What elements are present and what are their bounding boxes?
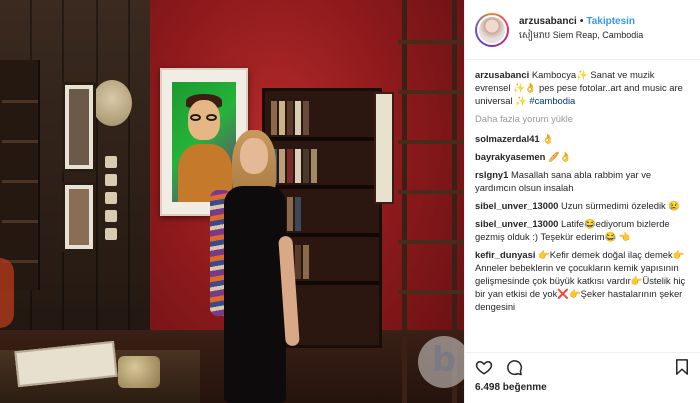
comment-text: 👌 bbox=[542, 133, 554, 144]
comments-list: arzusabanci Kambocya✨ Sanat ve muzik evr… bbox=[465, 62, 700, 350]
separator-dot: • bbox=[579, 16, 584, 27]
following-label[interactable]: Takiptesin bbox=[586, 16, 635, 27]
post-header: arzusabanci • Takiptesin សៀមរាប Siem Reap,… bbox=[465, 0, 700, 60]
wall-switches bbox=[105, 150, 133, 240]
poster bbox=[374, 92, 394, 204]
post-photo[interactable]: b bbox=[0, 0, 464, 403]
straw-hat bbox=[92, 80, 132, 126]
location-link[interactable]: សៀមរាប Siem Reap, Cambodia bbox=[519, 30, 643, 43]
comment: rslgny1 Masallah sana abla rabbim yar ve… bbox=[475, 168, 691, 194]
comment: bayrakyasemen 🥖👌 bbox=[475, 150, 691, 163]
comment: kefir_dunyasi 👉Kefir demek doğal ilaç de… bbox=[475, 248, 691, 313]
lamp bbox=[0, 258, 14, 328]
likes-count[interactable]: 6.498 beğenme bbox=[475, 382, 547, 393]
woman-figure bbox=[196, 128, 312, 403]
post-sidebar: arzusabanci • Takiptesin សៀមរាប Siem Reap,… bbox=[464, 0, 700, 403]
caption: arzusabanci Kambocya✨ Sanat ve muzik evr… bbox=[475, 68, 691, 107]
comment-username[interactable]: solmazerdal41 bbox=[475, 133, 540, 144]
caption-username[interactable]: arzusabanci bbox=[475, 69, 529, 80]
comment-text: Uzun sürmedimi özeledik 😢 bbox=[561, 200, 681, 211]
comment-username[interactable]: kefir_dunyasi bbox=[475, 249, 535, 260]
comment: sibel_unver_13000 Uzun sürmedimi özeledi… bbox=[475, 199, 691, 212]
hashtag-link[interactable]: #cambodia bbox=[529, 95, 575, 106]
load-more-comments[interactable]: Daha fazla yorum yükle bbox=[475, 112, 691, 125]
comment-username[interactable]: rslgny1 bbox=[475, 169, 508, 180]
small-frame bbox=[62, 82, 96, 172]
small-frame bbox=[62, 182, 96, 252]
comment-username[interactable]: sibel_unver_13000 bbox=[475, 200, 558, 211]
comment-text: 🥖👌 bbox=[547, 151, 572, 162]
comment-icon[interactable] bbox=[505, 358, 523, 376]
decorative-box bbox=[118, 356, 160, 388]
avatar[interactable] bbox=[475, 12, 509, 47]
comment-username[interactable]: sibel_unver_13000 bbox=[475, 218, 558, 229]
comment: sibel_unver_13000 Latife😂ediyorum bizler… bbox=[475, 217, 691, 243]
comment: solmazerdal41 👌 bbox=[475, 132, 691, 145]
action-bar bbox=[465, 352, 700, 380]
comment-username[interactable]: bayrakyasemen bbox=[475, 151, 545, 162]
left-shelf bbox=[0, 60, 40, 290]
heart-icon[interactable] bbox=[475, 358, 493, 376]
bookmark-icon[interactable] bbox=[673, 358, 691, 376]
username-link[interactable]: arzusabanci bbox=[519, 16, 577, 27]
watermark-logo: b bbox=[418, 336, 464, 388]
